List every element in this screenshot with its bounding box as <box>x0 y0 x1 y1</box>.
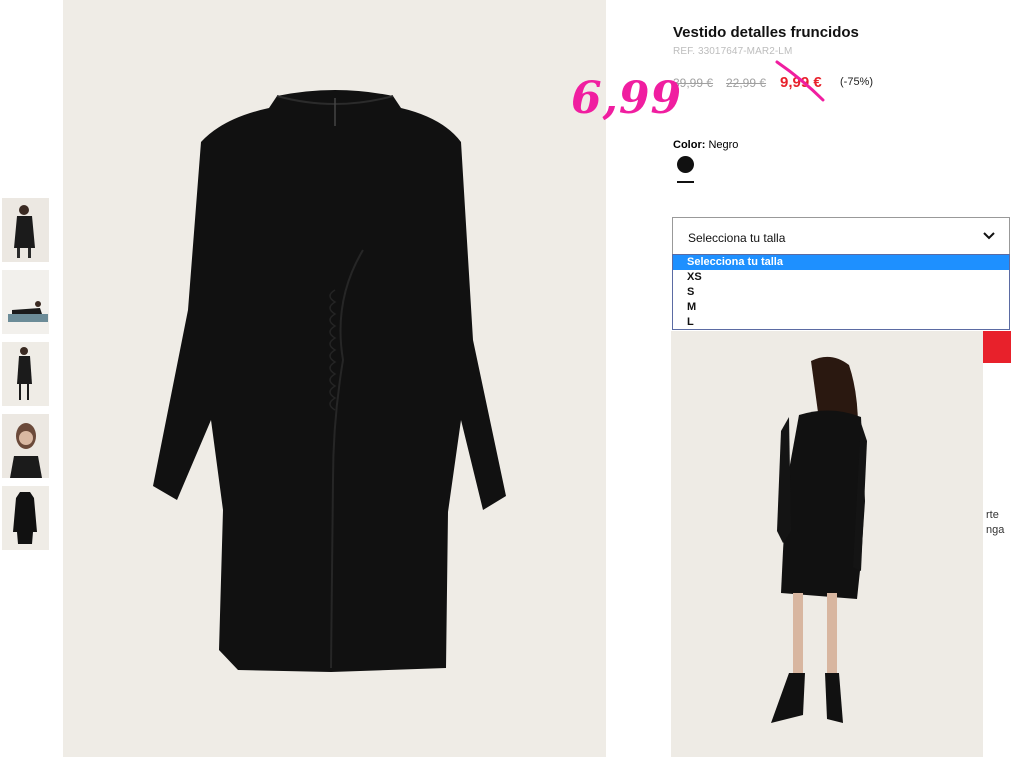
thumbnail-front[interactable] <box>2 198 49 262</box>
size-option-m[interactable]: M <box>673 300 1009 315</box>
size-option-xs[interactable]: XS <box>673 270 1009 285</box>
color-info: Color: Negro <box>673 139 738 151</box>
clipped-description-line-2: nga <box>986 524 1005 536</box>
thumbnail-portrait[interactable] <box>2 414 49 478</box>
size-option-placeholder[interactable]: Selecciona tu talla <box>673 255 1009 270</box>
discount-badge: (-75%) <box>840 76 874 88</box>
thumbnail-list <box>2 198 49 558</box>
size-option-s[interactable]: S <box>673 285 1009 300</box>
color-value: Negro <box>708 139 739 151</box>
previous-price: 22,99 € <box>726 76 767 90</box>
color-swatch-black[interactable] <box>677 156 694 173</box>
size-option-l[interactable]: L <box>673 315 1009 330</box>
product-reference: REF. 33017647-MAR2-LM <box>673 46 793 57</box>
size-select[interactable]: Selecciona tu talla <box>672 217 1010 255</box>
clipped-description-line-1: rte <box>986 509 999 521</box>
main-product-image <box>63 0 606 757</box>
thumbnail-lying[interactable] <box>2 270 49 334</box>
thumbnail-dress[interactable] <box>2 486 49 550</box>
chevron-down-icon <box>983 232 995 240</box>
back-view-image <box>671 331 983 757</box>
price-strike-annotation <box>775 60 825 102</box>
size-dropdown: Selecciona tu talla XS S M L <box>672 254 1010 330</box>
color-label: Color: <box>673 139 706 151</box>
swatch-selected-indicator <box>677 181 694 183</box>
handwritten-price: 6,99 <box>571 73 683 124</box>
add-to-cart-button-edge[interactable] <box>983 331 1011 363</box>
size-select-label: Selecciona tu talla <box>688 231 786 245</box>
thumbnail-full-body[interactable] <box>2 342 49 406</box>
product-title: Vestido detalles fruncidos <box>673 24 859 41</box>
